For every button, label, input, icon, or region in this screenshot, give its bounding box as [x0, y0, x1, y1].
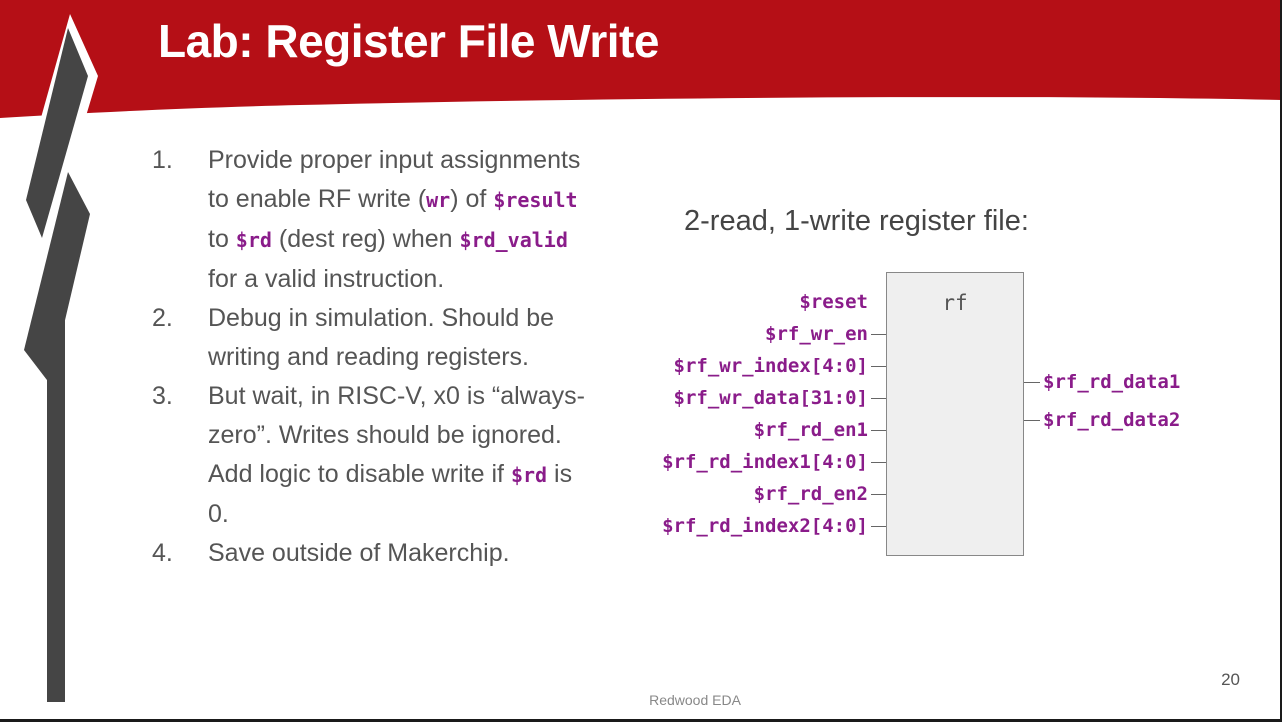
list-item-text: for a valid instruction.	[208, 265, 445, 293]
instruction-list: 1. Provide proper input assignments to en…	[152, 141, 592, 573]
list-item-text: ) of	[450, 185, 494, 213]
input-wire	[871, 430, 886, 431]
output-wire	[1024, 420, 1040, 421]
list-item-number: 4.	[152, 539, 173, 567]
input-signal-label: $rf_wr_data[31:0]	[673, 387, 868, 409]
list-item: 3. But wait, in RISC-V, x0 is “always-zer…	[152, 377, 592, 534]
input-wire	[871, 462, 886, 463]
decorative-logo-bars	[16, 14, 100, 702]
input-wire	[871, 334, 886, 335]
list-item-number: 1.	[152, 146, 173, 174]
input-signal-label: $rf_rd_index1[4:0]	[662, 451, 868, 473]
list-item-text: Save outside of Makerchip.	[208, 539, 510, 567]
input-wire	[871, 494, 886, 495]
logo-bar-stem	[47, 300, 65, 702]
list-item: 2. Debug in simulation. Should be writing…	[152, 299, 592, 377]
input-signal-label: $rf_rd_index2[4:0]	[662, 515, 868, 537]
code-token: wr	[426, 188, 451, 212]
list-item-text: to	[208, 225, 236, 253]
output-signal-label: $rf_rd_data1	[1043, 371, 1181, 393]
list-item-number: 2.	[152, 304, 173, 332]
slide-title: Lab: Register File Write	[158, 15, 659, 67]
list-item-number: 3.	[152, 382, 173, 410]
list-item: 1. Provide proper input assignments to en…	[152, 141, 592, 299]
code-token: $rd	[510, 463, 548, 487]
code-token: $rd_valid	[459, 228, 568, 252]
input-signal-label: $rf_rd_en1	[753, 419, 868, 441]
input-signal-label: $reset	[799, 291, 868, 313]
input-signal-label: $rf_wr_index[4:0]	[673, 355, 868, 377]
register-file-block: rf	[886, 272, 1024, 556]
input-wire	[871, 398, 886, 399]
page-number: 20	[1221, 670, 1240, 689]
diagram-title: 2-read, 1-write register file:	[684, 205, 1029, 237]
output-wire	[1024, 382, 1040, 383]
code-token: $rd	[235, 228, 272, 252]
input-wire	[871, 366, 886, 367]
list-item-text: Debug in simulation. Should be writing a…	[208, 304, 555, 371]
output-signal-label: $rf_rd_data2	[1043, 409, 1181, 431]
footer-brand: Redwood EDA	[649, 692, 741, 708]
input-signal-label: $rf_wr_en	[765, 323, 868, 345]
input-wire	[871, 526, 886, 527]
input-signal-label: $rf_rd_en2	[753, 483, 868, 505]
list-item: 4. Save outside of Makerchip.	[152, 534, 592, 573]
register-file-label: rf	[942, 291, 968, 315]
slide: Lab: Register File Write 1. Provide prope…	[0, 0, 1282, 722]
code-token: $result	[493, 188, 578, 212]
list-item-text: (dest reg) when	[271, 225, 460, 253]
